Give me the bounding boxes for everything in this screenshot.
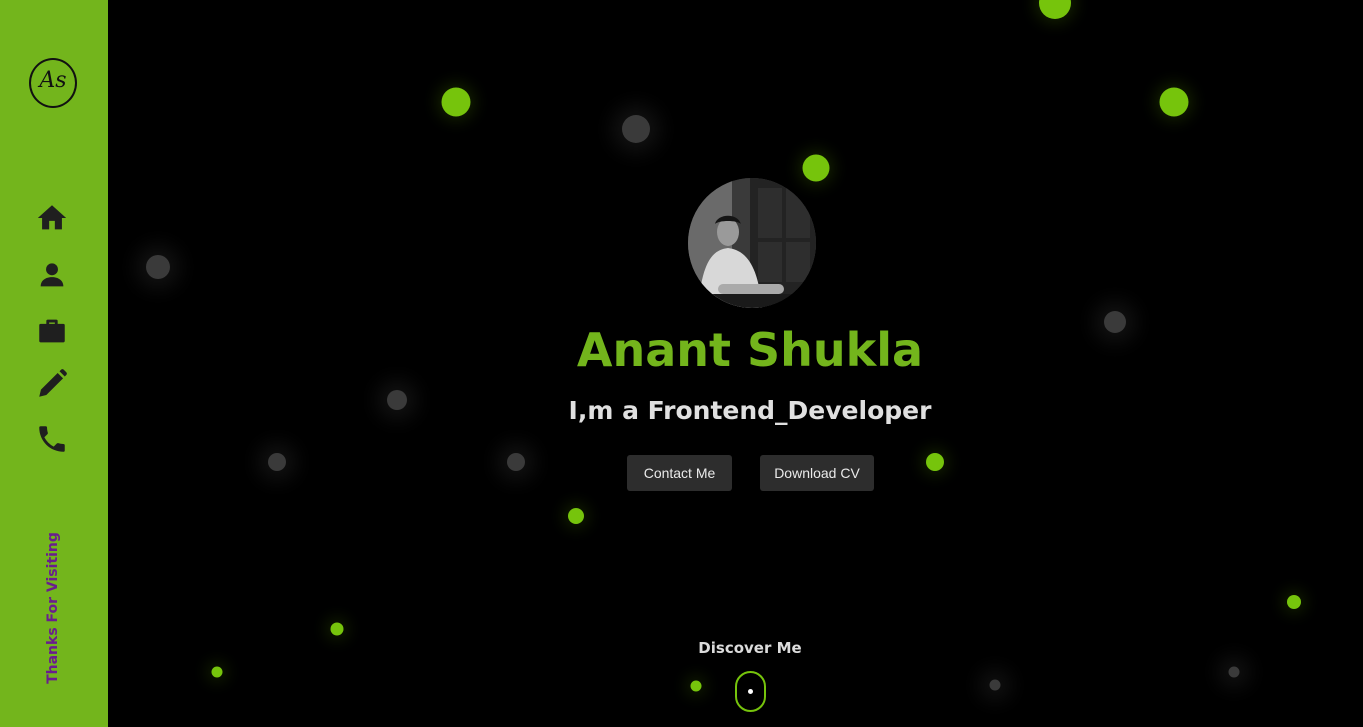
hero-tagline: I,m a Frontend_Developer	[568, 396, 932, 425]
particle	[1104, 311, 1126, 333]
particle	[268, 453, 286, 471]
particle	[1228, 666, 1240, 678]
briefcase-icon[interactable]	[35, 314, 69, 348]
home-icon[interactable]	[35, 201, 69, 235]
discover-me-label: Discover Me	[698, 639, 802, 657]
contact-me-button[interactable]: Contact Me	[627, 455, 732, 491]
particle	[1039, 0, 1071, 19]
particle	[802, 154, 830, 182]
download-cv-button[interactable]: Download CV	[760, 455, 874, 491]
user-icon[interactable]	[35, 258, 69, 292]
sidebar: As Thanks For Visiting	[0, 0, 108, 727]
particle	[441, 87, 471, 117]
particle	[568, 508, 584, 524]
particle	[622, 115, 650, 143]
particle	[211, 666, 223, 678]
particle	[1159, 87, 1189, 117]
particle	[146, 255, 170, 279]
phone-icon[interactable]	[35, 422, 69, 456]
particle	[507, 453, 525, 471]
mouse-wheel-dot	[748, 689, 753, 694]
pencil-icon[interactable]	[35, 367, 69, 401]
hero-name: Anant Shukla	[576, 323, 924, 377]
particle	[690, 680, 702, 692]
thanks-for-visiting-text: Thanks For Visiting	[45, 532, 61, 684]
particle	[1287, 595, 1301, 609]
particle	[330, 622, 344, 636]
particle	[989, 679, 1001, 691]
particle	[926, 453, 944, 471]
brand-logo-text: As	[39, 68, 67, 93]
scroll-down-mouse-icon[interactable]	[735, 671, 766, 712]
brand-logo[interactable]: As	[29, 58, 77, 108]
profile-photo	[688, 178, 816, 308]
particle	[387, 390, 407, 410]
